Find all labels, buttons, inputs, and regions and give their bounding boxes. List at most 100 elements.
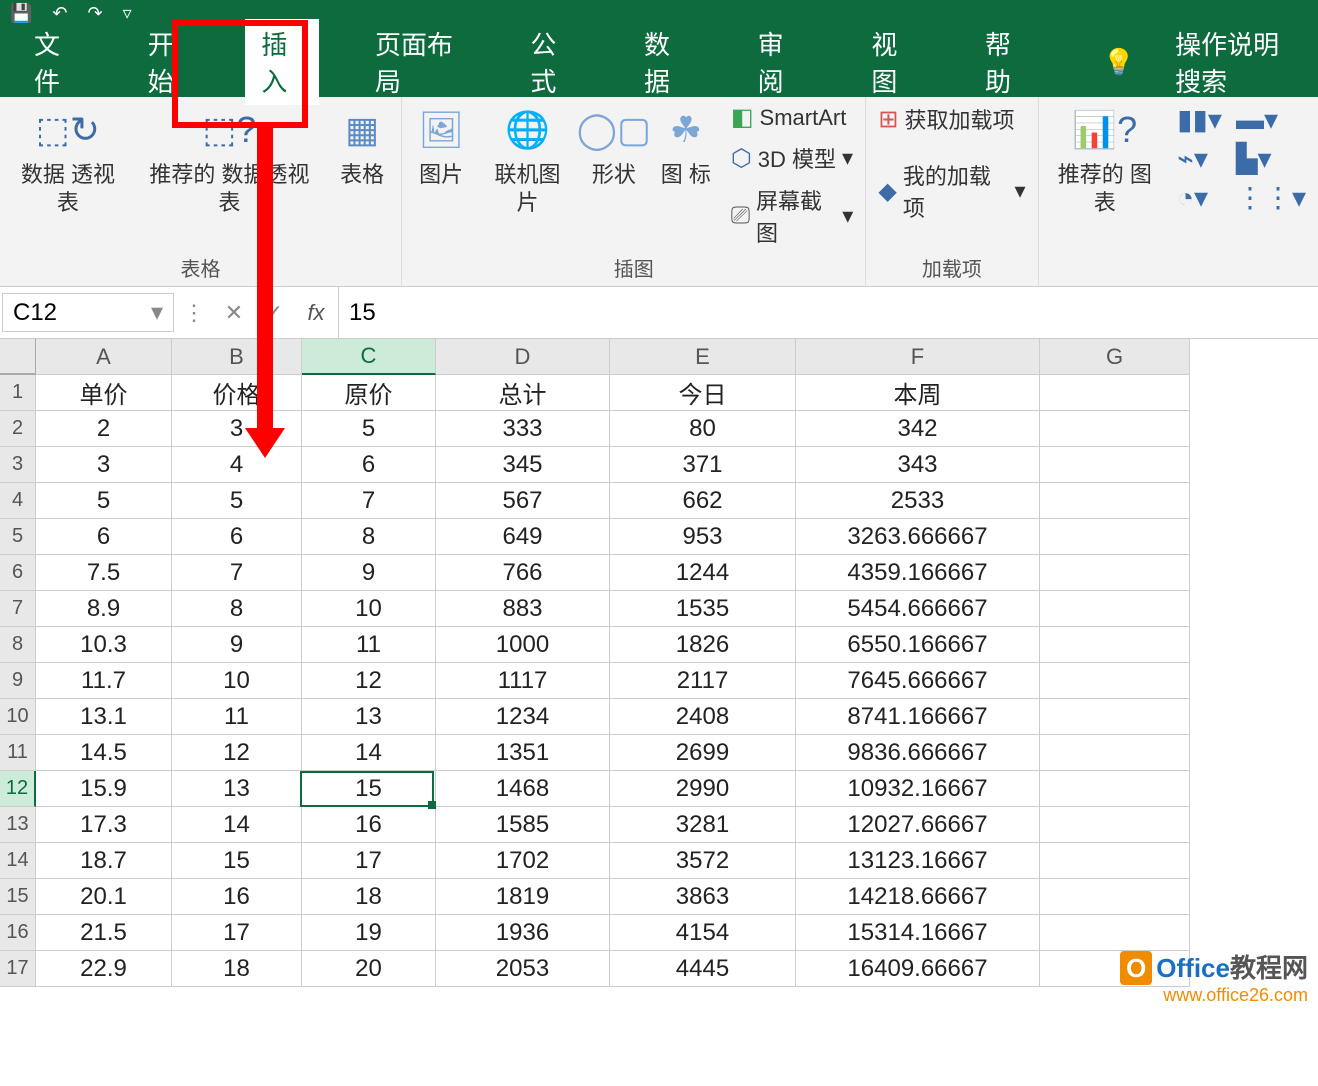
line-chart-icon[interactable]: ▬▾ — [1236, 103, 1306, 136]
col-header-E[interactable]: E — [610, 339, 796, 375]
cell[interactable] — [1040, 663, 1190, 699]
table-button[interactable]: ▦ 表格 — [335, 103, 389, 189]
cell[interactable]: 20 — [302, 951, 436, 987]
cell[interactable]: 5 — [302, 411, 436, 447]
col-header-C[interactable]: C — [302, 339, 436, 375]
cell[interactable]: 1936 — [436, 915, 610, 951]
cell[interactable]: 1244 — [610, 555, 796, 591]
cell[interactable]: 16409.66667 — [796, 951, 1040, 987]
cell[interactable]: 22.9 — [36, 951, 172, 987]
cell[interactable]: 3863 — [610, 879, 796, 915]
cell[interactable]: 80 — [610, 411, 796, 447]
cell[interactable]: 14218.66667 — [796, 879, 1040, 915]
row-header[interactable]: 2 — [0, 411, 36, 447]
cell[interactable]: 8.9 — [36, 591, 172, 627]
cell[interactable]: 342 — [796, 411, 1040, 447]
insert-function-icon[interactable]: fx — [294, 300, 338, 326]
row-header[interactable]: 10 — [0, 699, 36, 735]
cell[interactable]: 2533 — [796, 483, 1040, 519]
column-chart-icon[interactable]: ▮▮▾ — [1177, 103, 1222, 136]
cell[interactable] — [1040, 519, 1190, 555]
cell[interactable]: 7 — [302, 483, 436, 519]
cell[interactable]: 15314.16667 — [796, 915, 1040, 951]
cell[interactable] — [1040, 411, 1190, 447]
cell[interactable] — [1040, 843, 1190, 879]
cell[interactable]: 6 — [36, 519, 172, 555]
cell[interactable]: 1117 — [436, 663, 610, 699]
col-header-B[interactable]: B — [172, 339, 302, 375]
cell[interactable]: 13 — [172, 771, 302, 807]
cell[interactable]: 9836.666667 — [796, 735, 1040, 771]
row-header[interactable]: 8 — [0, 627, 36, 663]
hierarchy-chart-icon[interactable]: ⌁▾ — [1177, 142, 1222, 175]
cancel-formula-icon[interactable]: ✕ — [214, 300, 254, 326]
cell[interactable]: 6 — [302, 447, 436, 483]
cell[interactable]: 11 — [172, 699, 302, 735]
cell[interactable]: 本周 — [796, 375, 1040, 411]
cell[interactable]: 17 — [172, 915, 302, 951]
pivottable-button[interactable]: ⬚↻ 数据 透视表 — [12, 103, 124, 216]
pie-chart-icon[interactable]: ◔▾ — [1177, 181, 1222, 214]
cell[interactable]: 8 — [172, 591, 302, 627]
cell[interactable]: 3281 — [610, 807, 796, 843]
col-header-G[interactable]: G — [1040, 339, 1190, 375]
cell[interactable]: 今日 — [610, 375, 796, 411]
cell[interactable]: 总计 — [436, 375, 610, 411]
cell[interactable]: 953 — [610, 519, 796, 555]
cell[interactable] — [1040, 735, 1190, 771]
cell[interactable]: 5454.666667 — [796, 591, 1040, 627]
tab-review[interactable]: 审阅 — [742, 19, 816, 105]
cell[interactable]: 7645.666667 — [796, 663, 1040, 699]
cell[interactable] — [1040, 483, 1190, 519]
cell[interactable]: 4445 — [610, 951, 796, 987]
shapes-button[interactable]: ◯▢ 形状 — [587, 103, 641, 189]
cell[interactable]: 12027.66667 — [796, 807, 1040, 843]
tab-formulas[interactable]: 公式 — [514, 19, 588, 105]
cell[interactable]: 14.5 — [36, 735, 172, 771]
cell[interactable]: 7 — [172, 555, 302, 591]
cell[interactable]: 1826 — [610, 627, 796, 663]
cell[interactable]: 883 — [436, 591, 610, 627]
cell[interactable]: 14 — [302, 735, 436, 771]
cell[interactable]: 原价 — [302, 375, 436, 411]
get-addins-button[interactable]: ⊞ 获取加载项 — [878, 103, 1025, 135]
cell[interactable]: 5 — [172, 483, 302, 519]
cell[interactable] — [1040, 555, 1190, 591]
cell[interactable]: 2053 — [436, 951, 610, 987]
cell[interactable]: 371 — [610, 447, 796, 483]
cell[interactable] — [1040, 879, 1190, 915]
cell[interactable]: 15 — [172, 843, 302, 879]
cell[interactable]: 1234 — [436, 699, 610, 735]
qat-more-icon[interactable]: ▿ — [123, 3, 132, 24]
row-header[interactable]: 1 — [0, 375, 36, 411]
cell[interactable]: 2699 — [610, 735, 796, 771]
row-header[interactable]: 6 — [0, 555, 36, 591]
recommended-charts-button[interactable]: 📊? 推荐的 图表 — [1051, 103, 1160, 216]
cell[interactable]: 13123.16667 — [796, 843, 1040, 879]
cell[interactable]: 1535 — [610, 591, 796, 627]
cell[interactable] — [1040, 627, 1190, 663]
cell[interactable] — [1040, 771, 1190, 807]
cell[interactable]: 2 — [36, 411, 172, 447]
cell[interactable]: 18 — [172, 951, 302, 987]
col-header-D[interactable]: D — [436, 339, 610, 375]
cell[interactable]: 4154 — [610, 915, 796, 951]
cell[interactable]: 17 — [302, 843, 436, 879]
col-header-F[interactable]: F — [796, 339, 1040, 375]
cell[interactable]: 11 — [302, 627, 436, 663]
cell[interactable]: 价格 — [172, 375, 302, 411]
cell[interactable]: 9 — [172, 627, 302, 663]
3d-model-button[interactable]: ⬡ 3D 模型 ▾ — [731, 142, 854, 174]
cell[interactable]: 333 — [436, 411, 610, 447]
bar-chart-icon[interactable]: ▙▾ — [1236, 142, 1306, 175]
select-all-corner[interactable] — [0, 339, 36, 375]
cell[interactable]: 1819 — [436, 879, 610, 915]
cell[interactable] — [1040, 699, 1190, 735]
cell[interactable]: 1468 — [436, 771, 610, 807]
cell[interactable]: 3263.666667 — [796, 519, 1040, 555]
cell[interactable]: 1585 — [436, 807, 610, 843]
cell[interactable]: 2117 — [610, 663, 796, 699]
row-header[interactable]: 5 — [0, 519, 36, 555]
icons-button[interactable]: ☘ 图 标 — [659, 103, 713, 189]
cell[interactable]: 8741.166667 — [796, 699, 1040, 735]
